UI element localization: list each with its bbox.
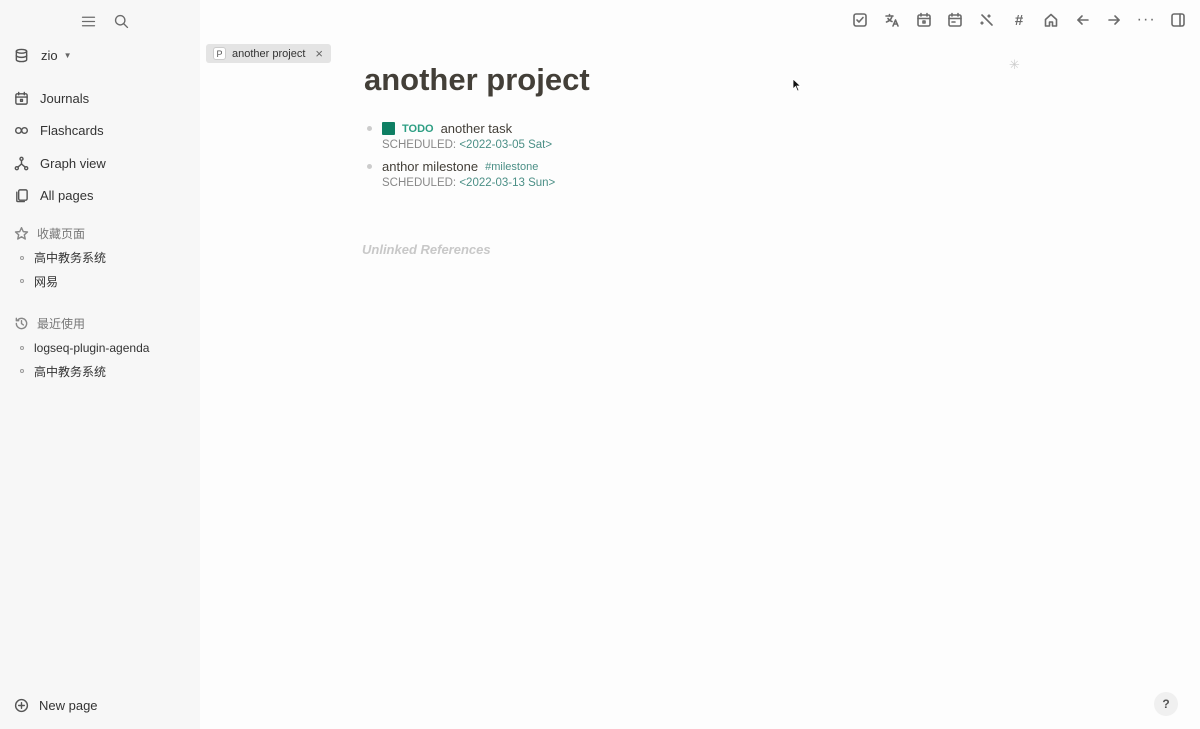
menu-icon[interactable] (78, 11, 98, 31)
recent-header[interactable]: 最近使用 (14, 315, 85, 332)
sidebar-toggle-icon[interactable] (1168, 10, 1188, 30)
favorites-list: 高中教务系统 网易 (20, 246, 106, 293)
arrow-left-icon[interactable] (1073, 10, 1093, 30)
recent-item-label: logseq-plugin-agenda (34, 340, 150, 355)
page-badge: P (213, 47, 226, 60)
recent-title: 最近使用 (37, 317, 86, 331)
repo-selector[interactable]: zio ▼ (14, 48, 72, 63)
open-page-tab[interactable]: P another project × (206, 44, 331, 63)
scheduled-date[interactable]: <2022-03-05 Sat> (459, 139, 552, 151)
block-bullet-icon[interactable] (367, 126, 372, 131)
home-icon[interactable] (1041, 10, 1061, 30)
close-icon[interactable]: × (315, 47, 323, 60)
star-icon (14, 226, 29, 240)
favorite-item[interactable]: 网易 (20, 270, 106, 294)
page-blocks: TODO another task SCHEDULED: <2022-03-05… (366, 119, 555, 195)
new-page-label: New page (39, 698, 98, 713)
arrow-right-icon[interactable] (1104, 10, 1124, 30)
block-item[interactable]: TODO another task SCHEDULED: <2022-03-05… (366, 119, 555, 151)
sidebar-item-label: All pages (40, 188, 94, 204)
plus-circle-icon (14, 698, 29, 713)
checkbox-icon[interactable] (850, 10, 870, 30)
bullet-icon (20, 345, 24, 350)
sidebar-item-graph-view[interactable]: Graph view (14, 147, 106, 180)
wand-icon[interactable] (977, 10, 997, 30)
bullet-icon (20, 279, 24, 284)
database-icon (15, 48, 28, 63)
favorites-title: 收藏页面 (37, 227, 86, 241)
tag-link[interactable]: #milestone (485, 161, 538, 173)
sidebar-item-flashcards[interactable]: Flashcards (14, 115, 106, 148)
calendar-icon (15, 91, 28, 105)
calendar-icon[interactable] (945, 10, 965, 30)
block-bullet-icon[interactable] (367, 164, 372, 169)
hashtag-icon[interactable]: # (1009, 10, 1029, 30)
sidebar-top-controls (78, 11, 131, 31)
recent-item[interactable]: logseq-plugin-agenda (20, 336, 149, 360)
tab-label: another project (232, 47, 306, 60)
unlinked-references-toggle[interactable]: Unlinked References (362, 242, 491, 257)
chevron-down-icon: ▼ (63, 51, 72, 60)
scheduled-line: SCHEDULED: <2022-03-05 Sat> (382, 139, 555, 151)
sidebar-item-all-pages[interactable]: All pages (14, 180, 106, 213)
scheduled-label: SCHEDULED: (382, 177, 457, 189)
bullet-icon (20, 255, 24, 260)
recent-item[interactable]: 高中教务系统 (20, 360, 149, 384)
sidebar-item-label: Graph view (40, 155, 106, 171)
page-title[interactable]: another project (364, 62, 590, 98)
loading-spinner-icon: ✳ (1009, 57, 1020, 72)
search-icon[interactable] (111, 11, 131, 31)
help-button[interactable]: ? (1154, 692, 1178, 716)
favorite-item[interactable]: 高中教务系统 (20, 246, 106, 270)
graph-icon (14, 156, 29, 171)
recent-item-label: 高中教务系统 (34, 364, 107, 379)
block-item[interactable]: anthor milestone #milestone SCHEDULED: <… (366, 157, 555, 189)
sidebar-nav: Journals Flashcards Graph view All pages (14, 82, 106, 212)
mouse-cursor-icon (792, 78, 802, 92)
block-text: anthor milestone (382, 159, 479, 174)
infinity-icon (14, 127, 29, 135)
left-sidebar: zio ▼ Journals Flashcards Graph view All… (0, 0, 200, 729)
new-page-button[interactable]: New page (14, 698, 98, 713)
favorite-item-label: 网易 (34, 274, 59, 289)
translate-icon[interactable] (882, 10, 902, 30)
scheduled-label: SCHEDULED: (382, 139, 457, 151)
calendar-today-icon[interactable] (914, 10, 934, 30)
recent-list: logseq-plugin-agenda 高中教务系统 (20, 336, 149, 383)
sidebar-item-label: Flashcards (40, 123, 104, 139)
bullet-icon (20, 369, 24, 374)
repo-name: zio (41, 48, 58, 63)
scheduled-date[interactable]: <2022-03-13 Sun> (459, 177, 555, 189)
block-text: another task (440, 121, 513, 136)
history-icon (15, 317, 28, 330)
pages-icon (16, 189, 28, 203)
sidebar-item-label: Journals (40, 90, 90, 106)
sidebar-item-journals[interactable]: Journals (14, 82, 106, 115)
favorites-header[interactable]: 收藏页面 (14, 225, 85, 242)
todo-marker[interactable]: TODO (402, 123, 434, 135)
scheduled-line: SCHEDULED: <2022-03-13 Sun> (382, 177, 555, 189)
task-checkbox[interactable] (382, 122, 395, 135)
favorite-item-label: 高中教务系统 (34, 251, 107, 266)
top-toolbar: # ··· (850, 10, 1188, 30)
more-icon[interactable]: ··· (1136, 10, 1156, 30)
